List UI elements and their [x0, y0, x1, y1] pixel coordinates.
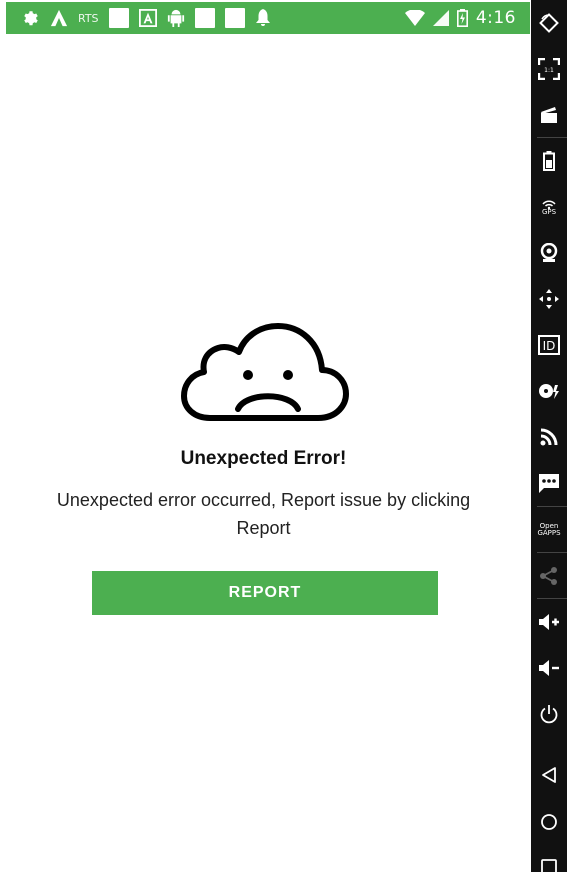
emulator-window: RTS 4:16 Unexpected Error! Unexpected er… — [0, 0, 567, 872]
opengapps-label: Open GAPPS — [537, 522, 561, 537]
phone-screen: RTS 4:16 Unexpected Error! Unexpected er… — [0, 0, 530, 872]
volume-up-icon[interactable] — [531, 607, 567, 637]
screen-record-icon[interactable] — [531, 100, 567, 130]
sms-icon[interactable] — [531, 468, 567, 498]
device-id-icon[interactable]: ID — [531, 330, 567, 360]
fullscreen-icon[interactable]: 1:1 — [531, 54, 567, 84]
error-title: Unexpected Error! — [180, 448, 347, 469]
opengapps-icon[interactable]: Open GAPPS — [531, 515, 567, 545]
cast-icon[interactable] — [531, 422, 567, 452]
volume-down-icon[interactable] — [531, 653, 567, 683]
notification-square-icon — [194, 8, 215, 28]
share-icon[interactable] — [531, 561, 567, 591]
notification-square-icon — [108, 8, 129, 28]
device-id-label: ID — [543, 339, 556, 353]
battery-icon — [456, 9, 468, 27]
status-bar: RTS 4:16 — [6, 2, 530, 34]
gear-icon — [22, 9, 40, 27]
notification-square-icon — [224, 8, 245, 28]
signal-icon — [432, 10, 449, 26]
rts-icon: RTS — [78, 11, 99, 25]
status-bar-notifications: RTS — [22, 2, 271, 34]
media-icon[interactable] — [531, 376, 567, 406]
sad-cloud-icon — [180, 322, 350, 432]
text-a-icon — [138, 9, 157, 27]
battery-icon[interactable] — [531, 146, 567, 176]
back-icon[interactable] — [531, 760, 567, 790]
power-icon[interactable] — [531, 699, 567, 729]
toolbar-divider — [537, 598, 567, 599]
emulator-side-toolbar: 1:1 GPS ID Open GAPPS — [531, 0, 567, 872]
gps-label: GPS — [541, 207, 557, 216]
toolbar-divider — [537, 552, 567, 553]
toolbar-divider — [537, 137, 567, 138]
home-icon[interactable] — [531, 807, 567, 837]
webcam-icon[interactable] — [531, 238, 567, 268]
status-bar-system: 4:16 — [404, 2, 516, 34]
wifi-icon — [404, 10, 425, 26]
android-icon — [167, 8, 185, 28]
clock: 4:16 — [475, 8, 516, 28]
fullscreen-label: 1:1 — [544, 67, 554, 74]
dpad-icon[interactable] — [531, 284, 567, 314]
recents-icon[interactable] — [531, 852, 567, 872]
rotate-icon[interactable] — [531, 8, 567, 38]
bell-icon — [255, 9, 271, 27]
report-button[interactable]: REPORT — [92, 571, 438, 615]
toolbar-divider — [537, 506, 567, 507]
error-message: Unexpected error occurred, Report issue … — [56, 490, 471, 538]
app-a-icon — [50, 9, 68, 27]
gps-icon[interactable]: GPS — [531, 192, 567, 222]
